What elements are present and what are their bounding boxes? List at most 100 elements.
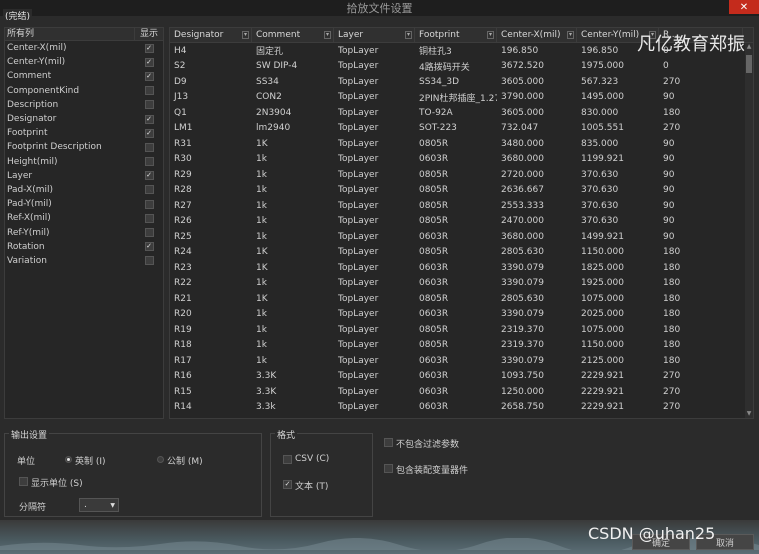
imperial-label[interactable]: 英制 (I) [75,454,106,467]
table-row[interactable]: R16 3.3K TopLayer 0603R 1093.750 2229.921 270 [170,369,753,385]
filter-icon[interactable]: ▾ [487,31,494,39]
column-show-checkbox[interactable]: ✓ [144,114,154,124]
column-list-item[interactable]: Pad-Y(mil) [5,197,163,211]
column-list-item[interactable]: Designator ✓ [5,112,163,126]
table-row[interactable]: S2 SW DIP-4 TopLayer 4路拨码开关 3672.520 1975.000… [170,59,753,75]
metric-radio[interactable] [157,456,164,463]
metric-label[interactable]: 公制 (M) [167,454,203,467]
output-settings-group: 输出设置 单位 英制 (I) 公制 (M) 显示单位 (S) 分隔符 . ▼ [4,428,262,517]
column-show-checkbox[interactable]: ✓ [144,171,154,181]
table-cell: 732.047 [501,123,539,134]
column-show-checkbox[interactable]: ✓ [144,43,154,53]
table-row[interactable]: R20 1k TopLayer 0603R 3390.079 2025.000 180 [170,307,753,323]
table-header-label: Designator [174,30,224,40]
include-variant-label[interactable]: 包含装配变量器件 [396,463,468,476]
table-row[interactable]: R15 3.3K TopLayer 0603R 1250.000 2229.921 270 [170,384,753,400]
text-label[interactable]: 文本 (T) [295,479,328,492]
table-row[interactable]: D9 SS34 TopLayer SS34_3D 3605.000 567.323 270 [170,74,753,90]
column-list-item[interactable]: Footprint Description [5,140,163,154]
close-button[interactable]: ✕ [729,0,759,14]
table-row[interactable]: R18 1k TopLayer 0805R 2319.370 1150.000 180 [170,338,753,354]
table-cell: R29 [174,169,192,180]
column-list-item[interactable]: Center-Y(mil) ✓ [5,55,163,69]
table-row[interactable]: LM1 lm2940 TopLayer SOT-223 732.047 1005.551 2… [170,121,753,137]
show-units-label[interactable]: 显示单位 (S) [31,476,83,489]
column-list-item[interactable]: Layer ✓ [5,169,163,183]
table-row[interactable]: R26 1k TopLayer 0805R 2470.000 370.630 90 [170,214,753,230]
table-row[interactable]: R29 1k TopLayer 0805R 2720.000 370.630 90 [170,167,753,183]
include-variant-checkbox[interactable] [384,464,393,473]
csv-label[interactable]: CSV (C) [295,454,329,464]
column-show-checkbox[interactable]: ✓ [144,242,154,252]
table-row[interactable]: J13 CON2 TopLayer 2PIN杜邦插座_1.27 3790.000 1495… [170,90,753,106]
table-row[interactable]: R14 3.3k TopLayer 0603R 2658.750 2229.921 270 [170,400,753,416]
table-cell: TopLayer [338,371,379,382]
table-row[interactable]: Q1 2N3904 TopLayer TO-92A 3605.000 830.000 180 [170,105,753,121]
exclude-filter-label[interactable]: 不包含过滤参数 [396,437,459,450]
column-list-item[interactable]: Variation [5,254,163,268]
column-list-item[interactable]: Ref-Y(mil) [5,225,163,239]
header-all-columns[interactable]: 所有列 [5,28,135,40]
column-show-checkbox[interactable] [144,185,154,195]
column-show-checkbox[interactable] [144,142,154,152]
scrollbar-thumb[interactable] [746,55,752,73]
table-cell: R19 [174,324,192,335]
table-row[interactable]: R19 1k TopLayer 0805R 2319.370 1075.000 180 [170,322,753,338]
table-header-cell[interactable]: Designator ▾ [170,28,252,42]
column-list-item[interactable]: Pad-X(mil) [5,183,163,197]
table-cell: 1975.000 [581,61,624,72]
column-show-checkbox[interactable] [144,100,154,110]
table-row[interactable]: R22 1k TopLayer 0603R 3390.079 1925.000 180 [170,276,753,292]
column-show-checkbox[interactable] [144,213,154,223]
vertical-scrollbar[interactable]: ▲ ▼ [745,43,753,418]
table-row[interactable]: R17 1k TopLayer 0603R 3390.079 2125.000 180 [170,353,753,369]
filter-icon[interactable]: ▾ [405,31,412,39]
column-show-checkbox[interactable] [144,256,154,266]
column-show-checkbox[interactable] [144,157,154,167]
table-header-cell[interactable]: Comment ▾ [252,28,334,42]
exclude-filter-checkbox[interactable] [384,438,393,447]
column-list-item[interactable]: Description [5,98,163,112]
column-show-checkbox[interactable]: ✓ [144,71,154,81]
column-name: Height(mil) [7,156,58,167]
filter-icon[interactable]: ▾ [242,31,249,39]
table-cell: 3605.000 [501,76,544,87]
column-list-item[interactable]: ComponentKind [5,84,163,98]
scroll-down-icon[interactable]: ▼ [745,410,753,418]
separator-select[interactable]: . ▼ [79,498,119,512]
text-checkbox[interactable]: ✓ [283,480,292,489]
filter-icon[interactable]: ▾ [324,31,331,39]
column-list-item[interactable]: Ref-X(mil) [5,211,163,225]
header-show[interactable]: 显示 [135,28,163,40]
csv-checkbox[interactable] [283,455,292,464]
table-row[interactable]: R24 1K TopLayer 0805R 2805.630 1150.000 180 [170,245,753,261]
table-header-cell[interactable]: Layer ▾ [334,28,415,42]
table-cell: 0805R [419,169,449,180]
column-show-checkbox[interactable] [144,228,154,238]
column-show-checkbox[interactable] [144,199,154,209]
column-list-item[interactable]: Center-X(mil) ✓ [5,41,163,55]
scroll-up-icon[interactable]: ▲ [745,43,753,51]
imperial-radio[interactable] [65,456,72,463]
table-row[interactable]: R27 1k TopLayer 0805R 2553.333 370.630 90 [170,198,753,214]
show-units-checkbox[interactable] [19,477,28,486]
table-row[interactable]: R31 1K TopLayer 0805R 3480.000 835.000 90 [170,136,753,152]
column-list-item[interactable]: Comment ✓ [5,69,163,83]
table-row[interactable]: R25 1k TopLayer 0603R 3680.000 1499.921 90 [170,229,753,245]
column-show-checkbox[interactable] [144,86,154,96]
column-show-checkbox[interactable]: ✓ [144,57,154,67]
column-list-item[interactable]: Height(mil) [5,155,163,169]
column-list-item[interactable]: Rotation ✓ [5,240,163,254]
filter-icon[interactable]: ▾ [567,31,574,39]
column-show-checkbox[interactable]: ✓ [144,128,154,138]
table-cell: 1k [256,324,267,335]
column-list-item[interactable]: Footprint ✓ [5,126,163,140]
table-cell: 370.630 [581,200,619,211]
table-row[interactable]: R30 1k TopLayer 0603R 3680.000 1199.921 90 [170,152,753,168]
table-row[interactable]: R21 1K TopLayer 0805R 2805.630 1075.000 180 [170,291,753,307]
table-header-cell[interactable]: Footprint ▾ [415,28,497,42]
table-header-cell[interactable]: Center-X(mil) ▾ [497,28,577,42]
table-row[interactable]: R23 1K TopLayer 0603R 3390.079 1825.000 180 [170,260,753,276]
table-cell: R27 [174,200,192,211]
table-row[interactable]: R28 1k TopLayer 0805R 2636.667 370.630 90 [170,183,753,199]
